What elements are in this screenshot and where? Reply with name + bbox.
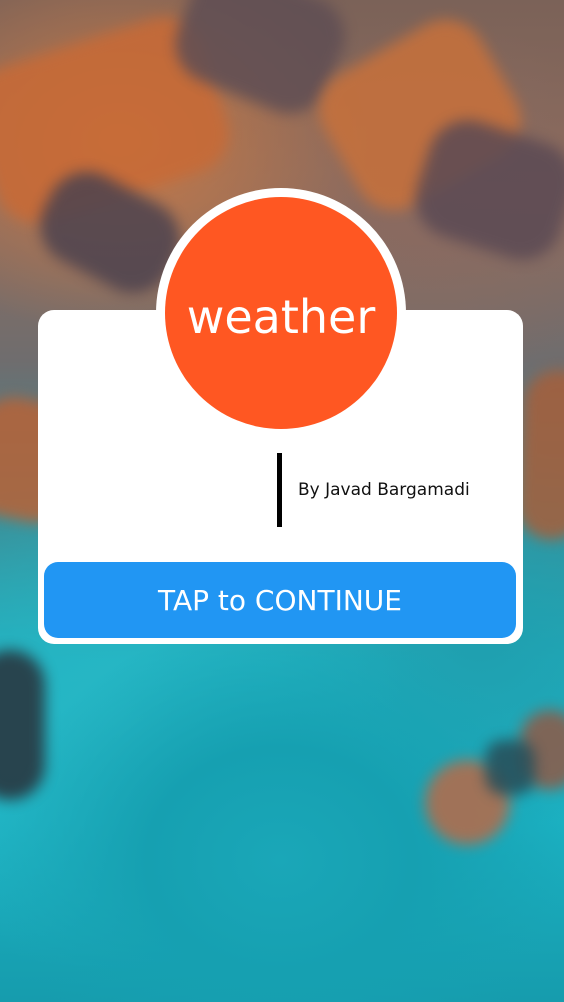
background-rock <box>0 650 45 800</box>
app-logo: weather <box>165 197 397 429</box>
author-divider <box>277 453 282 527</box>
background-rock <box>485 740 535 795</box>
author-credit: By Javad Bargamadi <box>298 480 470 500</box>
app-name: weather <box>186 290 376 344</box>
continue-button-label: TAP to CONTINUE <box>158 583 402 617</box>
continue-button[interactable]: TAP to CONTINUE <box>44 562 516 638</box>
